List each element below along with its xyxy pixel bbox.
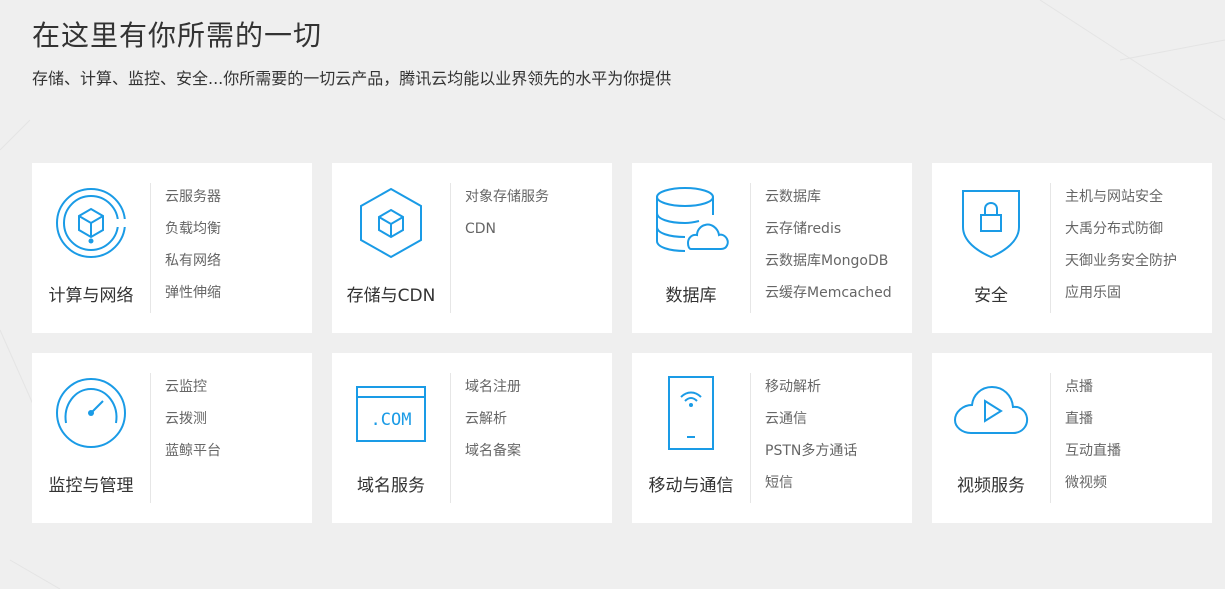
card-divider xyxy=(1050,183,1051,313)
product-link[interactable]: 云通信 xyxy=(765,409,857,429)
shield-lock-icon xyxy=(951,183,1031,263)
product-link[interactable]: 云服务器 xyxy=(165,187,221,207)
card-video[interactable]: 视频服务 点播 直播 互动直播 微视频 xyxy=(932,353,1212,523)
page-subtitle: 存储、计算、监控、安全...你所需要的一切云产品，腾讯云均能以业界领先的水平为你… xyxy=(32,69,672,88)
product-link[interactable]: 云数据库MongoDB xyxy=(765,251,892,271)
product-link[interactable]: 天御业务安全防护 xyxy=(1065,251,1177,271)
card-divider xyxy=(450,373,451,503)
card-title: 数据库 xyxy=(665,286,717,306)
product-link[interactable]: CDN xyxy=(465,219,549,239)
card-divider xyxy=(150,183,151,313)
product-link[interactable]: 应用乐固 xyxy=(1065,283,1177,303)
card-links: 移动解析 云通信 PSTN多方通话 短信 xyxy=(765,377,857,505)
product-link[interactable]: 云数据库 xyxy=(765,187,892,207)
product-link[interactable]: 移动解析 xyxy=(765,377,857,397)
database-cloud-icon xyxy=(651,183,731,263)
product-link[interactable]: 互动直播 xyxy=(1065,441,1121,461)
product-link[interactable]: 云存储redis xyxy=(765,219,892,239)
card-mobile-main[interactable]: 移动与通信 xyxy=(632,353,750,523)
card-title: 域名服务 xyxy=(357,476,425,496)
product-link[interactable]: 大禹分布式防御 xyxy=(1065,219,1177,239)
card-monitoring-main[interactable]: 监控与管理 xyxy=(32,353,150,523)
product-link[interactable]: 主机与网站安全 xyxy=(1065,187,1177,207)
browser-com-icon: .COM xyxy=(351,373,431,453)
product-link[interactable]: 弹性伸缩 xyxy=(165,283,221,303)
product-link[interactable]: 云解析 xyxy=(465,409,521,429)
product-link[interactable]: 点播 xyxy=(1065,377,1121,397)
card-divider xyxy=(1050,373,1051,503)
product-grid: 计算与网络 云服务器 负载均衡 私有网络 弹性伸缩 存储与CDN 对象存储服务 … xyxy=(32,163,1212,523)
product-link[interactable]: 云监控 xyxy=(165,377,221,397)
card-title: 移动与通信 xyxy=(648,476,734,496)
product-link[interactable]: 直播 xyxy=(1065,409,1121,429)
card-monitoring[interactable]: 监控与管理 云监控 云拨测 蓝鲸平台 xyxy=(32,353,312,523)
hexagon-cube-icon xyxy=(351,183,431,263)
card-divider xyxy=(750,183,751,313)
card-security-main[interactable]: 安全 xyxy=(932,163,1050,333)
card-divider xyxy=(450,183,451,313)
product-link[interactable]: 负载均衡 xyxy=(165,219,221,239)
gauge-icon xyxy=(51,373,131,453)
card-links: 云监控 云拨测 蓝鲸平台 xyxy=(165,377,221,473)
product-link[interactable]: 微视频 xyxy=(1065,473,1121,493)
card-database-main[interactable]: 数据库 xyxy=(632,163,750,333)
product-link[interactable]: 云缓存Memcached xyxy=(765,283,892,303)
card-database[interactable]: 数据库 云数据库 云存储redis 云数据库MongoDB 云缓存Memcach… xyxy=(632,163,912,333)
product-link[interactable]: 对象存储服务 xyxy=(465,187,549,207)
card-video-main[interactable]: 视频服务 xyxy=(932,353,1050,523)
page-header: 在这里有你所需的一切 存储、计算、监控、安全...你所需要的一切云产品，腾讯云均… xyxy=(32,18,671,90)
card-links: 对象存储服务 CDN xyxy=(465,187,549,251)
product-link[interactable]: 域名注册 xyxy=(465,377,521,397)
card-domain-main[interactable]: .COM 域名服务 xyxy=(332,353,450,523)
product-link[interactable]: 域名备案 xyxy=(465,441,521,461)
card-security[interactable]: 安全 主机与网站安全 大禹分布式防御 天御业务安全防护 应用乐固 xyxy=(932,163,1212,333)
card-domain[interactable]: .COM 域名服务 域名注册 云解析 域名备案 xyxy=(332,353,612,523)
card-links: 点播 直播 互动直播 微视频 xyxy=(1065,377,1121,505)
cloud-play-icon xyxy=(951,373,1031,453)
page-title: 在这里有你所需的一切 xyxy=(32,19,323,52)
product-link[interactable]: 短信 xyxy=(765,473,857,493)
card-links: 云数据库 云存储redis 云数据库MongoDB 云缓存Memcached xyxy=(765,187,892,315)
domain-icon-text: .COM xyxy=(371,410,412,430)
card-mobile[interactable]: 移动与通信 移动解析 云通信 PSTN多方通话 短信 xyxy=(632,353,912,523)
card-storage-cdn-main[interactable]: 存储与CDN xyxy=(332,163,450,333)
product-link[interactable]: 私有网络 xyxy=(165,251,221,271)
card-links: 云服务器 负载均衡 私有网络 弹性伸缩 xyxy=(165,187,221,315)
card-compute-network[interactable]: 计算与网络 云服务器 负载均衡 私有网络 弹性伸缩 xyxy=(32,163,312,333)
card-title: 计算与网络 xyxy=(48,286,134,306)
card-divider xyxy=(150,373,151,503)
product-link[interactable]: 蓝鲸平台 xyxy=(165,441,221,461)
product-link[interactable]: PSTN多方通话 xyxy=(765,441,857,461)
card-title: 监控与管理 xyxy=(48,476,134,496)
card-divider xyxy=(750,373,751,503)
cube-orbit-icon xyxy=(51,183,131,263)
card-title: 视频服务 xyxy=(957,476,1025,496)
mobile-wifi-icon xyxy=(651,373,731,453)
card-title: 存储与CDN xyxy=(346,286,436,306)
product-link[interactable]: 云拨测 xyxy=(165,409,221,429)
card-compute-network-main[interactable]: 计算与网络 xyxy=(32,163,150,333)
card-links: 域名注册 云解析 域名备案 xyxy=(465,377,521,473)
card-title: 安全 xyxy=(974,286,1008,306)
card-links: 主机与网站安全 大禹分布式防御 天御业务安全防护 应用乐固 xyxy=(1065,187,1177,315)
card-storage-cdn[interactable]: 存储与CDN 对象存储服务 CDN xyxy=(332,163,612,333)
